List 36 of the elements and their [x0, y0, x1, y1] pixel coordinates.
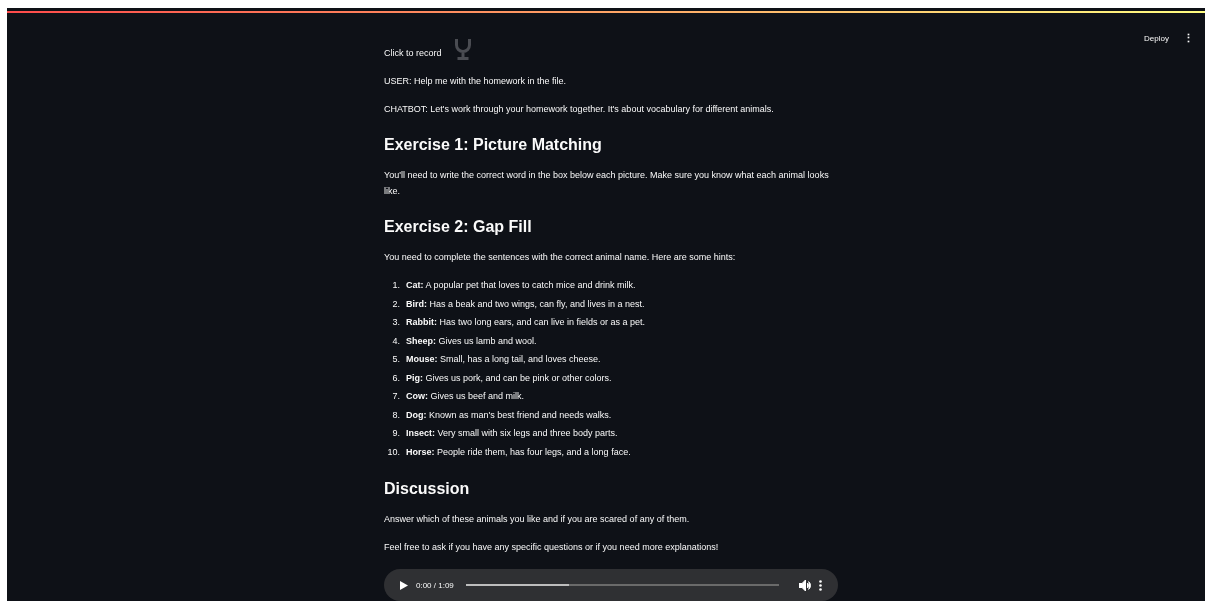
list-number: 2. [391, 297, 400, 311]
hint-item: Mouse: Small, has a long tail, and loves cheese. [406, 353, 601, 366]
list-number: 1. [391, 279, 400, 292]
list-number: 3. [391, 316, 400, 329]
section-heading: Exercise 1: Picture Matching [384, 135, 603, 155]
paragraph: Answer which of these animals you like and if you are scared of any of them. [384, 513, 691, 526]
list-number: 9. [391, 427, 400, 440]
deploy-button[interactable]: Deploy [1141, 31, 1172, 45]
chat-message: CHATBOT: Let's work through your homework together. It's about vocabulary for different animals. [384, 103, 775, 116]
play-icon[interactable] [400, 580, 408, 590]
section-heading: Exercise 2: Gap Fill [384, 217, 533, 237]
time-label: 0:00 / 1:09 [416, 580, 454, 590]
list-number: 5. [391, 353, 400, 366]
hint-item: Sheep: Gives us lamb and wool. [406, 334, 537, 348]
record-label: Click to record [384, 48, 442, 58]
hint-item: Horse: People ride them, has four legs, and a long face. [406, 445, 631, 459]
section-heading: Discussion [384, 479, 471, 499]
paragraph: Feel free to ask if you have any specific questions or if you need more explanations! [384, 541, 720, 554]
hint-item: Cow: Gives us beef and milk. [406, 390, 525, 403]
list-number: 10. [386, 445, 400, 459]
hint-item: Rabbit: Has two long ears, and can live in fields or as a pet. [406, 316, 646, 329]
list-number: 6. [391, 371, 400, 385]
chat-message: USER: Help me with the homework in the file. [384, 75, 568, 88]
more-icon[interactable] [819, 579, 822, 591]
hint-item: Cat: A popular pet that loves to catch mice and drink milk. [406, 279, 636, 292]
list-number: 8. [391, 408, 400, 422]
hint-item: Insect: Very small with six legs and three body parts. [406, 427, 618, 440]
hint-item: Bird: Has a beak and two wings, can fly, and lives in a nest. [406, 297, 645, 311]
menu-button[interactable]: ⋮ [1180, 29, 1197, 47]
paragraph: You'll need to write the correct word in the box below each picture. Make sure you know what each animal looks like. [384, 169, 830, 198]
volume-icon[interactable] [799, 579, 811, 591]
list-number: 7. [391, 390, 400, 403]
hint-item: Pig: Gives us pork, and can be pink or other colors. [406, 371, 612, 385]
list-number: 4. [391, 334, 400, 348]
hint-item: Dog: Known as man's best friend and needs walks. [406, 408, 612, 422]
paragraph: You need to complete the sentences with the correct animal name. Here are some hints: [384, 251, 737, 264]
